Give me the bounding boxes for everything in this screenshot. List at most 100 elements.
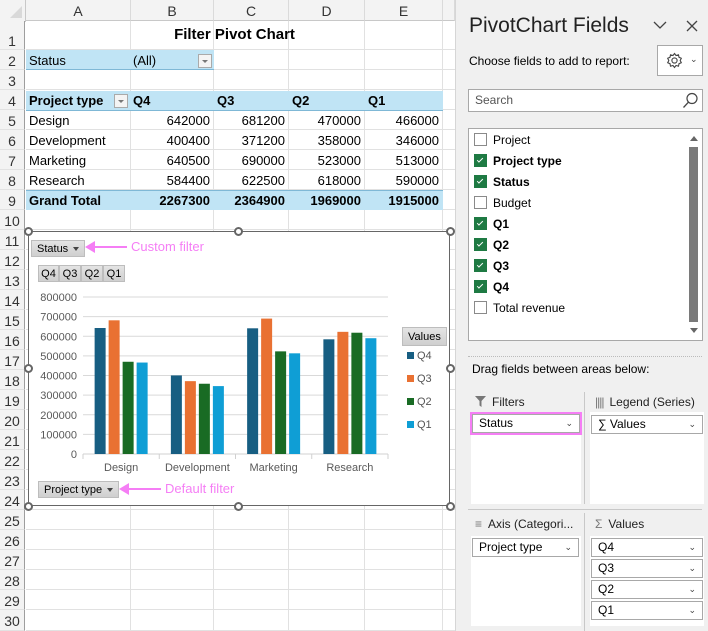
select-all-corner[interactable] [0,0,26,22]
close-icon[interactable] [686,19,698,37]
row-header[interactable]: 3 [0,70,25,90]
bar-q3-research[interactable] [337,331,349,454]
row-header[interactable]: 12 [0,250,25,270]
bar-q4-development[interactable] [170,375,182,454]
row-header[interactable]: 24 [0,490,25,510]
row-header[interactable]: 20 [0,410,25,430]
bar-q4-research[interactable] [323,339,335,454]
field-item[interactable]: Budget [474,193,531,213]
axis-filter-button[interactable]: Project type [38,481,120,498]
legend-values-button[interactable]: Values [402,327,447,346]
field-item[interactable]: Q4 [474,277,509,297]
legend-item[interactable]: Q2 [407,396,432,408]
row-header[interactable]: 14 [0,290,25,310]
column-header[interactable]: C [214,0,289,21]
row-labels-dropdown[interactable] [114,94,128,108]
field-checkbox[interactable] [474,301,487,315]
row-header[interactable]: 11 [0,230,25,250]
resize-handle-tr[interactable] [446,227,455,236]
bar-q4-marketing[interactable] [247,328,259,454]
column-header[interactable]: D [289,0,365,21]
row-header[interactable]: 6 [0,130,25,150]
values-chip[interactable]: Q2 ⌄ [591,580,703,599]
tools-button[interactable]: ⌄ [657,45,703,76]
scroll-thumb[interactable] [689,147,698,322]
bar-q2-development[interactable] [198,383,210,454]
search-input[interactable]: Search [468,89,703,112]
row-header[interactable]: 28 [0,570,25,590]
row-header[interactable]: 8 [0,170,25,190]
bar-q3-marketing[interactable] [261,318,273,454]
resize-handle-ml[interactable] [24,364,33,373]
column-header[interactable]: B [131,0,214,21]
row-header[interactable]: 29 [0,590,25,610]
legend-item[interactable]: Q4 [407,350,432,362]
field-checkbox[interactable] [474,133,487,147]
bar-q1-research[interactable] [365,338,377,454]
field-checkbox[interactable] [474,280,487,294]
row-header[interactable]: 25 [0,510,25,530]
row-header[interactable]: 2 [0,50,25,70]
row-header[interactable]: 30 [0,610,25,631]
field-item[interactable]: Q3 [474,256,509,276]
row-header[interactable]: 26 [0,530,25,550]
field-checkbox[interactable] [474,154,487,168]
row-header[interactable]: 9 [0,190,25,210]
column-header[interactable] [443,0,455,21]
bar-q1-design[interactable] [136,362,148,454]
values-chip[interactable]: Q1 ⌄ [591,601,703,620]
chevron-down-icon[interactable] [653,17,667,35]
resize-handle-tm[interactable] [234,227,243,236]
values-chip[interactable]: Q3 ⌄ [591,559,703,578]
field-checkbox[interactable] [474,259,487,273]
row-header[interactable]: 16 [0,330,25,350]
row-header[interactable]: 23 [0,470,25,490]
row-header[interactable]: 10 [0,210,25,230]
bar-q2-marketing[interactable] [275,351,287,454]
legend-item[interactable]: Q1 [407,419,432,431]
row-header[interactable]: 18 [0,370,25,390]
bar-q4-design[interactable] [94,328,106,454]
field-item[interactable]: Project [474,130,530,150]
row-header[interactable]: 1 [0,21,25,50]
legend-chip-values[interactable]: ∑ Values ⌄ [591,415,703,434]
resize-handle-tl[interactable] [24,227,33,236]
field-checkbox[interactable] [474,175,487,189]
row-header[interactable]: 7 [0,150,25,170]
field-checkbox[interactable] [474,238,487,252]
field-item[interactable]: Q1 [474,214,509,234]
field-checkbox[interactable] [474,217,487,231]
bar-q1-marketing[interactable] [289,353,301,454]
scroll-up-icon[interactable] [690,136,698,141]
axis-chip-project-type[interactable]: Project type ⌄ [472,538,579,557]
column-header[interactable]: E [365,0,443,21]
field-item[interactable]: Q2 [474,235,509,255]
row-header[interactable]: 27 [0,550,25,570]
row-header[interactable]: 21 [0,430,25,450]
resize-handle-mr[interactable] [446,364,455,373]
filters-chip-status[interactable]: Status ⌄ [472,414,580,433]
search-icon[interactable] [682,92,698,112]
field-item[interactable]: Project type [474,151,562,171]
legend-item[interactable]: Q3 [407,373,432,385]
row-header[interactable]: 19 [0,390,25,410]
column-header[interactable]: A [26,0,131,21]
row-header[interactable]: 17 [0,350,25,370]
scroll-down-icon[interactable] [690,328,698,333]
field-item[interactable]: Total revenue [474,298,565,318]
bar-q1-development[interactable] [212,386,224,454]
row-header[interactable]: 22 [0,450,25,470]
field-item[interactable]: Status [474,172,530,192]
row-header[interactable]: 5 [0,110,25,130]
values-chip[interactable]: Q4 ⌄ [591,538,703,557]
resize-handle-bm[interactable] [234,502,243,511]
bar-q2-design[interactable] [122,361,134,454]
field-checkbox[interactable] [474,196,487,210]
bar-q2-research[interactable] [351,332,363,454]
row-header[interactable]: 4 [0,90,25,110]
row-header[interactable]: 15 [0,310,25,330]
resize-handle-br[interactable] [446,502,455,511]
bar-q3-design[interactable] [108,320,120,454]
report-filter-dropdown[interactable] [198,54,212,68]
field-list-scrollbar[interactable] [689,133,698,336]
